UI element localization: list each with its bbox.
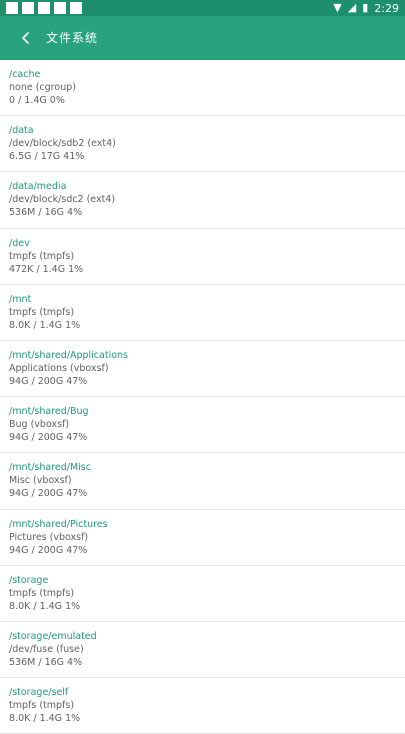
disk-usage: 94G / 200G 47% bbox=[9, 375, 88, 387]
notification-icon bbox=[22, 2, 34, 14]
status-indicators: ▼ ◢ ▮ 2:29 bbox=[333, 0, 399, 16]
mount-point: /storage/emulated bbox=[9, 630, 97, 642]
filesystem-type: /dev/fuse (fuse) bbox=[9, 643, 84, 655]
disk-usage: 536M / 16G 4% bbox=[9, 207, 83, 219]
list-item[interactable]: /dev tmpfs (tmpfs) 472K / 1.4G 1% bbox=[0, 229, 405, 285]
mount-point: /data/media bbox=[9, 181, 67, 193]
notification-icon bbox=[38, 2, 50, 14]
list-item[interactable]: /storage/emulated /dev/fuse (fuse) 536M … bbox=[0, 622, 405, 679]
filesystem-type: Misc (vboxsf) bbox=[9, 475, 72, 487]
filesystem-type: tmpfs (tmpfs) bbox=[9, 587, 75, 599]
filesystem-type: tmpfs (tmpfs) bbox=[9, 250, 75, 262]
disk-usage: 472K / 1.4G 1% bbox=[9, 263, 84, 275]
disk-usage: 8.0K / 1.4G 1% bbox=[9, 713, 81, 725]
list-item[interactable]: /mnt/shared/Applications Applications (v… bbox=[0, 341, 405, 398]
disk-usage: 0 / 1.4G 0% bbox=[9, 95, 65, 106]
battery-icon: ▮ bbox=[362, 1, 369, 14]
signal-icon: ◢ bbox=[347, 1, 357, 14]
filesystem-type: Applications (vboxsf) bbox=[9, 362, 109, 374]
filesystem-type: /dev/block/sdb2 (ext4) bbox=[9, 138, 116, 150]
list-item[interactable]: /data /dev/block/sdb2 (ext4) 6.5G / 17G … bbox=[0, 116, 405, 173]
mount-point: /data bbox=[9, 125, 34, 137]
disk-usage: 8.0K / 1.4G 1% bbox=[9, 600, 81, 612]
mount-point: /mnt/shared/Misc bbox=[9, 462, 91, 474]
list-item[interactable]: /storage/self tmpfs (tmpfs) 8.0K / 1.4G … bbox=[0, 678, 405, 734]
image-icon bbox=[54, 2, 66, 14]
disk-usage: 6.5G / 17G 41% bbox=[9, 151, 85, 163]
mount-point: /mnt bbox=[9, 293, 32, 305]
wifi-icon: ▼ bbox=[333, 1, 342, 14]
filesystem-list: /cache none (cgroup) 0 / 1.4G 0% /data /… bbox=[0, 60, 405, 734]
list-item[interactable]: /mnt tmpfs (tmpfs) 8.0K / 1.4G 1% bbox=[0, 285, 405, 341]
filesystem-type: /dev/block/sdc2 (ext4) bbox=[9, 194, 116, 206]
mount-point: /dev bbox=[9, 237, 30, 249]
mount-point: /storage bbox=[9, 574, 49, 586]
page-title: 文件系统 bbox=[46, 31, 99, 45]
filesystem-type: Bug (vboxsf) bbox=[9, 419, 70, 431]
list-item[interactable]: /data/media /dev/block/sdc2 (ext4) 536M … bbox=[0, 172, 405, 229]
status-time: 2:29 bbox=[374, 1, 399, 15]
a-icon bbox=[70, 2, 82, 14]
disk-usage: 536M / 16G 4% bbox=[9, 656, 83, 668]
filesystem-type: tmpfs (tmpfs) bbox=[9, 700, 75, 712]
filesystem-type: tmpfs (tmpfs) bbox=[9, 306, 75, 318]
mount-point: /mnt/shared/Applications bbox=[9, 349, 128, 361]
list-item[interactable]: /storage tmpfs (tmpfs) 8.0K / 1.4G 1% bbox=[0, 566, 405, 622]
list-item[interactable]: /mnt/shared/Bug Bug (vboxsf) 94G / 200G … bbox=[0, 397, 405, 454]
status-bar: ▼ ◢ ▮ 2:29 bbox=[0, 0, 405, 16]
mount-point: /cache bbox=[9, 69, 41, 80]
toolbar: 文件系统 bbox=[0, 16, 405, 60]
disk-usage: 94G / 200G 47% bbox=[9, 488, 88, 500]
filesystem-type: Pictures (vboxsf) bbox=[9, 531, 89, 543]
list-item[interactable]: /mnt/shared/Pictures Pictures (vboxsf) 9… bbox=[0, 510, 405, 566]
chevron-left-icon bbox=[22, 32, 29, 44]
mount-point: /mnt/shared/Bug bbox=[9, 406, 89, 418]
list-item[interactable]: /cache none (cgroup) 0 / 1.4G 0% bbox=[0, 60, 405, 117]
disk-usage: 94G / 200G 47% bbox=[9, 544, 88, 556]
list-item[interactable]: /mnt/shared/Misc Misc (vboxsf) 94G / 200… bbox=[0, 453, 405, 510]
mount-point: /mnt/shared/Pictures bbox=[9, 518, 108, 530]
filesystem-type: none (cgroup) bbox=[9, 82, 76, 93]
disk-usage: 94G / 200G 47% bbox=[9, 432, 88, 444]
disk-usage: 8.0K / 1.4G 1% bbox=[9, 319, 81, 331]
mount-point: /storage/self bbox=[9, 687, 69, 699]
back-button[interactable] bbox=[10, 22, 42, 54]
notification-icon bbox=[6, 2, 18, 14]
